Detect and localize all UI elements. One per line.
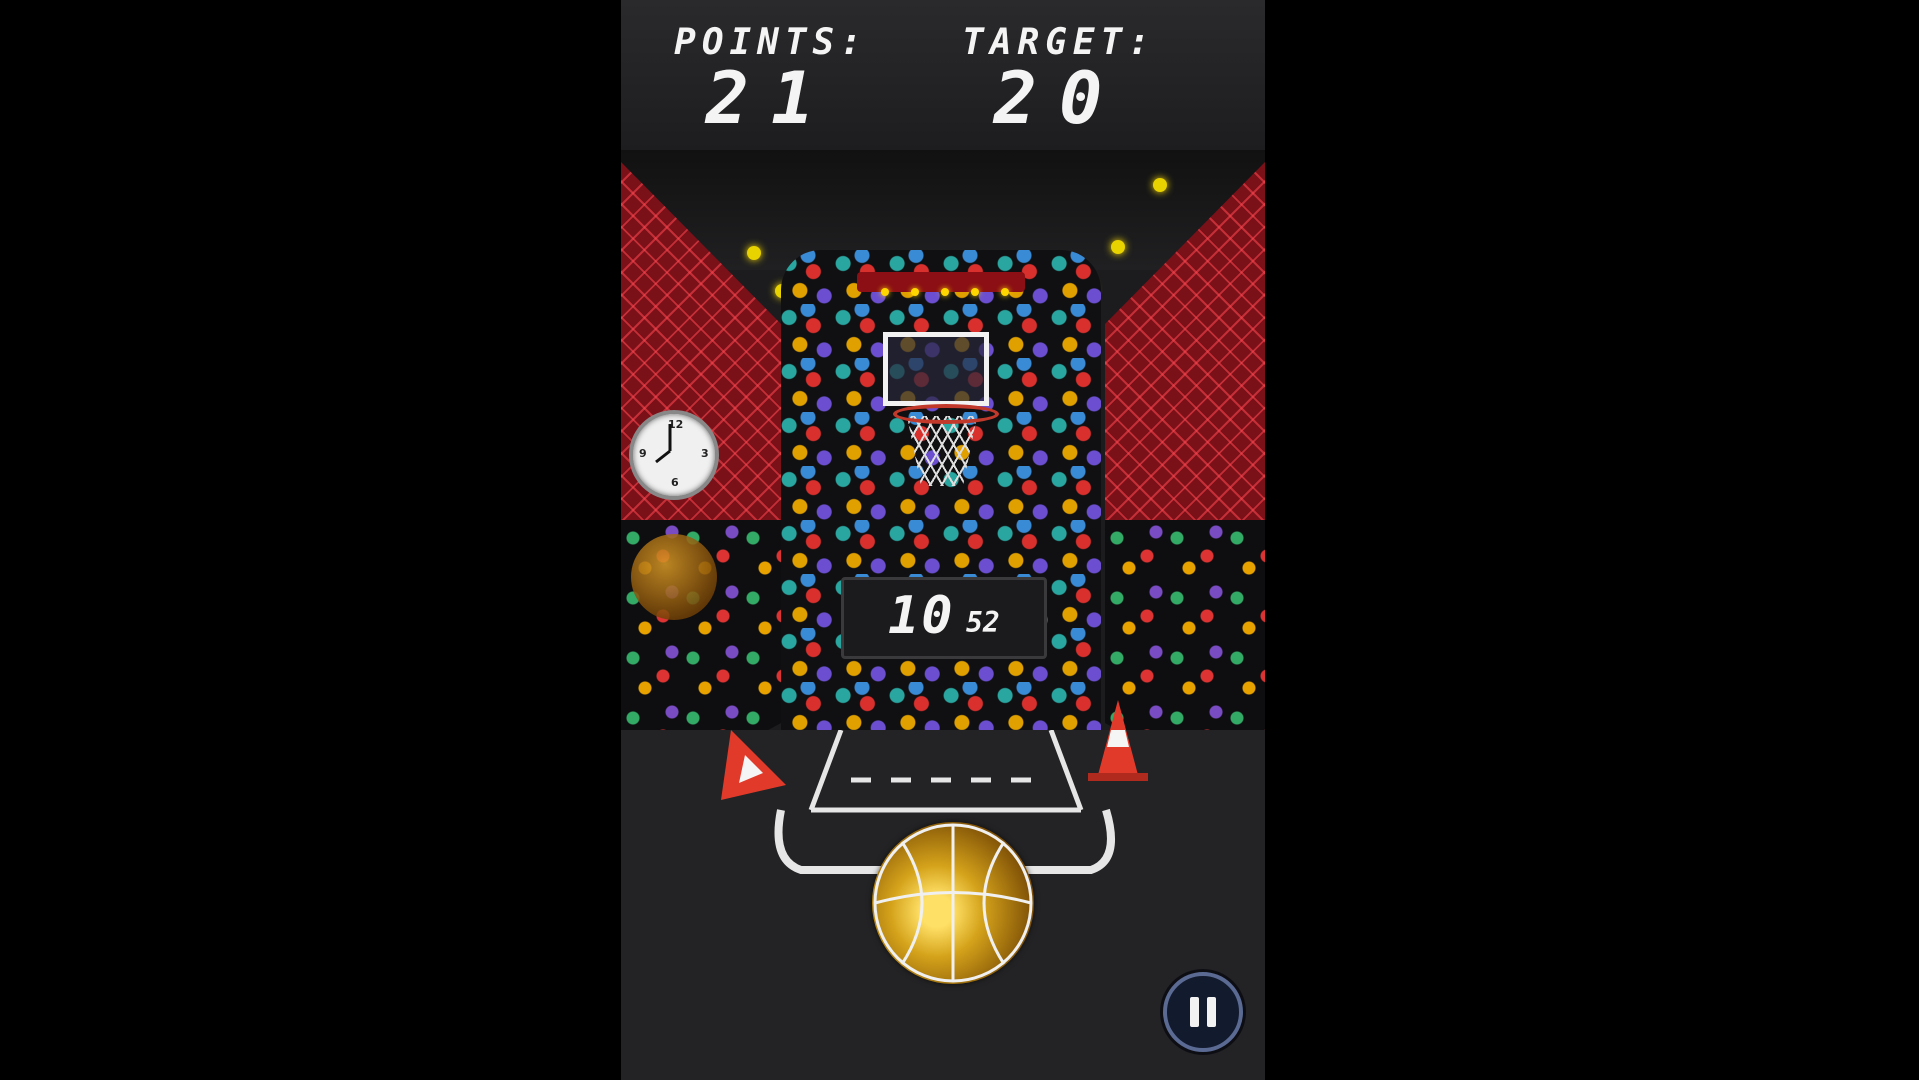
pause-button[interactable] [1163, 972, 1243, 1052]
right-cone [1088, 700, 1148, 781]
ceiling-light [747, 246, 761, 260]
ceiling-light [1153, 178, 1167, 192]
time-bonus-clock: 12 3 6 9 [629, 410, 719, 500]
basketball[interactable] [872, 822, 1034, 984]
side-basketball [631, 534, 717, 620]
clock-hands [655, 424, 672, 464]
bulb [881, 288, 889, 296]
ceiling-light [1111, 240, 1125, 254]
game-viewport[interactable]: POINTS: 21 TARGET: 20 10 52 12 3 6 9 [621, 0, 1265, 1080]
target-value: 20 [993, 56, 1125, 140]
hoop-rim [893, 404, 999, 424]
timer-seconds: 10 [888, 586, 955, 646]
basketball-seams [873, 823, 1033, 983]
shot-clock: 10 52 [841, 577, 1047, 659]
points-value: 21 [705, 56, 837, 140]
bulb [1001, 288, 1009, 296]
pause-icon [1186, 997, 1220, 1027]
backboard [883, 332, 989, 406]
scoreboard: POINTS: 21 TARGET: 20 [621, 0, 1265, 156]
bulb [971, 288, 979, 296]
bulb [911, 288, 919, 296]
bulb [941, 288, 949, 296]
target-display: TARGET: 20 [939, 22, 1179, 140]
left-cone [721, 730, 786, 800]
arena: 10 52 12 3 6 9 [621, 150, 1265, 1080]
points-display: POINTS: 21 [651, 22, 891, 140]
timer-hundredths: 52 [966, 606, 1000, 639]
